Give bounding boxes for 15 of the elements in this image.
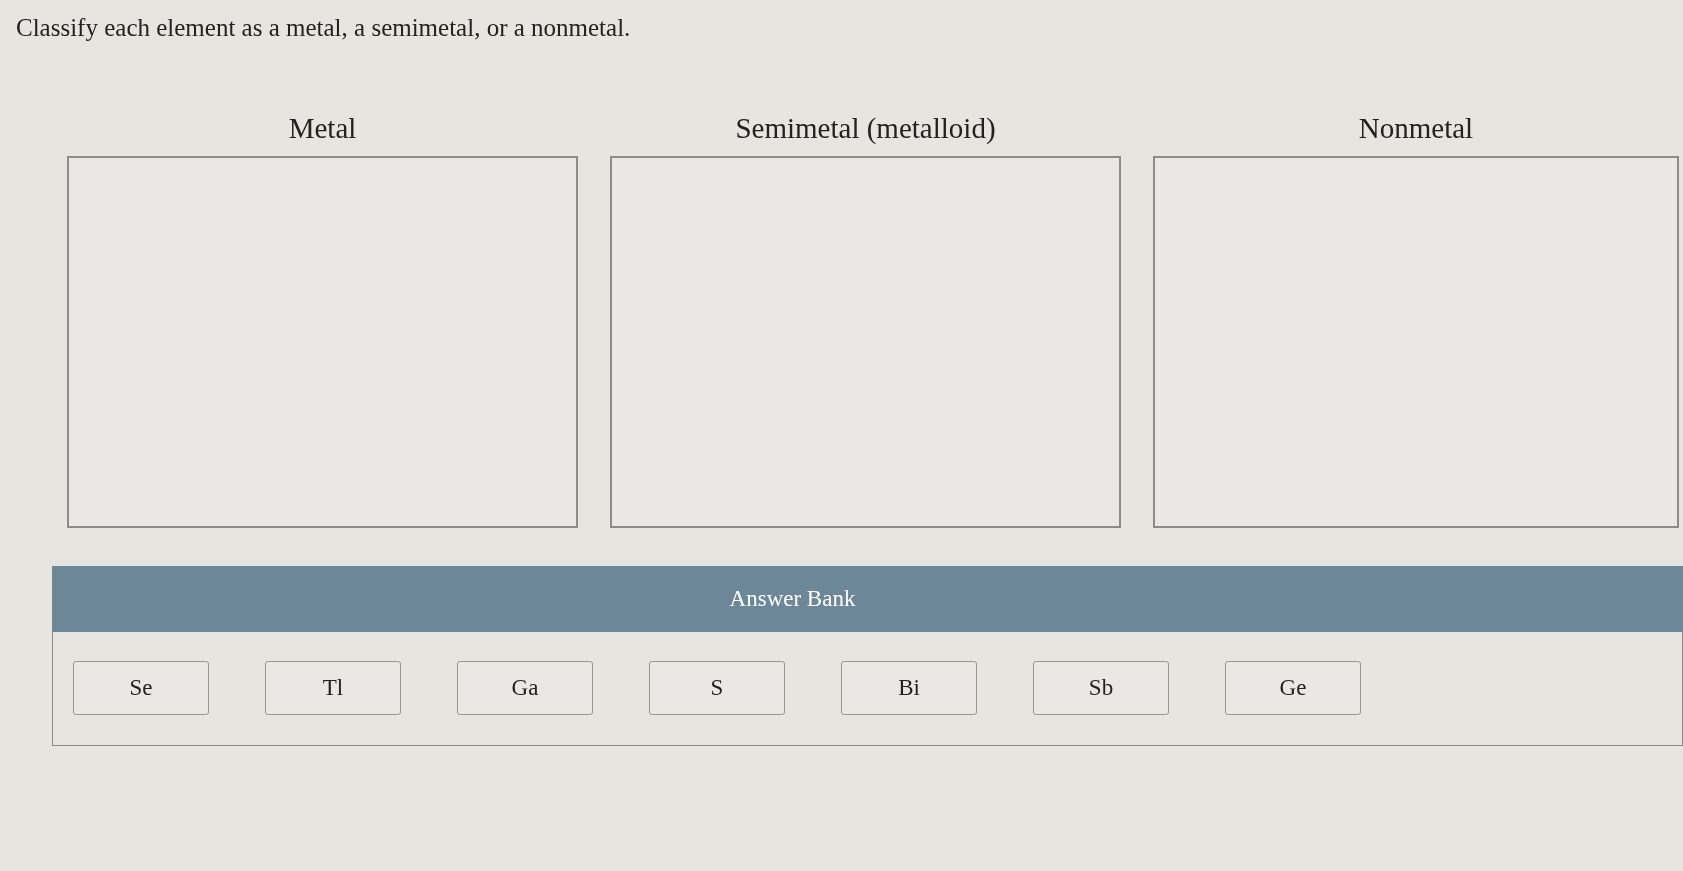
- panel-title: Answer Bank: [729, 586, 856, 612]
- drop-zone[interactable]: [610, 156, 1121, 528]
- answer-tile[interactable]: Tl: [265, 661, 401, 715]
- column-heading: Nonmetal: [1358, 112, 1474, 146]
- question-text: Classify each element as a metal, a semimetal, or a nonmetal.: [16, 14, 632, 42]
- drop-zone[interactable]: [67, 156, 578, 528]
- column-heading: Semimetal (metalloid): [735, 112, 996, 146]
- answer-tile[interactable]: Bi: [841, 661, 977, 715]
- answer-tile[interactable]: Se: [73, 661, 209, 715]
- answer-tile[interactable]: Sb: [1033, 661, 1169, 715]
- answer-tile[interactable]: Ga: [457, 661, 593, 715]
- answer-tile[interactable]: S: [649, 661, 785, 715]
- answer-tile[interactable]: Ge: [1225, 661, 1361, 715]
- column-heading: Metal: [288, 112, 357, 146]
- drop-zone[interactable]: [1153, 156, 1679, 528]
